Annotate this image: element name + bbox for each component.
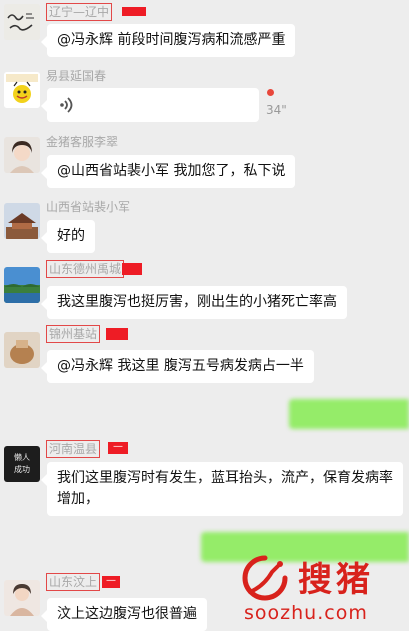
redaction-mark: — xyxy=(108,442,128,454)
message-bubble[interactable]: 我这里腹泻也挺厉害，刚出生的小猪死亡率高 xyxy=(41,286,347,319)
avatar-message-8[interactable] xyxy=(4,580,40,616)
message-text: @山西省站裴小军 我加您了，私下说 xyxy=(57,163,286,179)
soozhu-watermark: 搜猪 soozhu.com xyxy=(238,552,408,624)
sender-name: 山东汶上 xyxy=(46,573,101,591)
sender-name: 河南温县 xyxy=(46,440,101,458)
avatar-message-2[interactable] xyxy=(4,72,40,108)
sender-name: 锦州基站 xyxy=(46,325,101,343)
pig-logo-icon xyxy=(242,555,288,601)
self-message-bubble[interactable] xyxy=(289,399,409,429)
message-bubble[interactable]: 好的 xyxy=(41,220,95,253)
message-text: 好的 xyxy=(57,228,85,244)
svg-text:懒人: 懒人 xyxy=(14,452,30,462)
avatar-message-7[interactable]: 懒人 成功 xyxy=(4,446,40,482)
redaction-mark xyxy=(122,7,146,16)
message-bubble[interactable]: @冯永辉 前段时间腹泻病和流感严重 xyxy=(40,24,296,57)
message-text: @冯永辉 前段时间腹泻病和流感严重 xyxy=(57,32,286,48)
svg-text:成功: 成功 xyxy=(14,464,30,474)
message-text: 我们这里腹泻时有发生，蓝耳抬头，流产，保育发病率增加， xyxy=(57,470,393,507)
avatar-message-4[interactable] xyxy=(4,203,40,239)
voice-message-bubble[interactable] xyxy=(41,88,259,122)
message-bubble[interactable]: @冯永辉 我这里 腹泻五号病发病占一半 xyxy=(41,350,314,383)
sender-name: 金猪客服李翠 xyxy=(46,135,119,149)
watermark-domain: soozhu.com xyxy=(244,602,368,624)
redaction-mark xyxy=(106,328,128,340)
message-text: 汶上这边腹泻也很普遍 xyxy=(57,606,197,622)
redaction-mark xyxy=(122,263,142,275)
message-bubble[interactable]: 汶上这边腹泻也很普遍 xyxy=(41,598,207,631)
avatar-message-3[interactable] xyxy=(4,137,40,173)
sender-name: 山西省站裴小军 xyxy=(46,200,131,214)
voice-icon xyxy=(60,97,73,113)
sender-name: 辽宁—辽中 xyxy=(46,3,113,21)
message-bubble[interactable]: 我们这里腹泻时有发生，蓝耳抬头，流产，保育发病率增加， xyxy=(41,462,403,516)
redaction-mark: — xyxy=(102,576,120,588)
avatar-message-6[interactable] xyxy=(4,332,40,368)
message-bubble[interactable]: @山西省站裴小军 我加您了，私下说 xyxy=(40,155,296,188)
message-text: 我这里腹泻也挺厉害，刚出生的小猪死亡率高 xyxy=(57,294,337,310)
avatar-message-5[interactable] xyxy=(4,267,40,303)
sender-name: 易县延国春 xyxy=(46,69,107,83)
voice-duration: 34" xyxy=(266,103,287,117)
sender-name: 山东德州禹城 xyxy=(46,260,125,278)
message-text: @冯永辉 我这里 腹泻五号病发病占一半 xyxy=(57,358,304,374)
watermark-brand: 搜猪 xyxy=(298,560,374,600)
avatar-message-1[interactable] xyxy=(4,4,40,40)
unread-dot xyxy=(267,89,274,96)
